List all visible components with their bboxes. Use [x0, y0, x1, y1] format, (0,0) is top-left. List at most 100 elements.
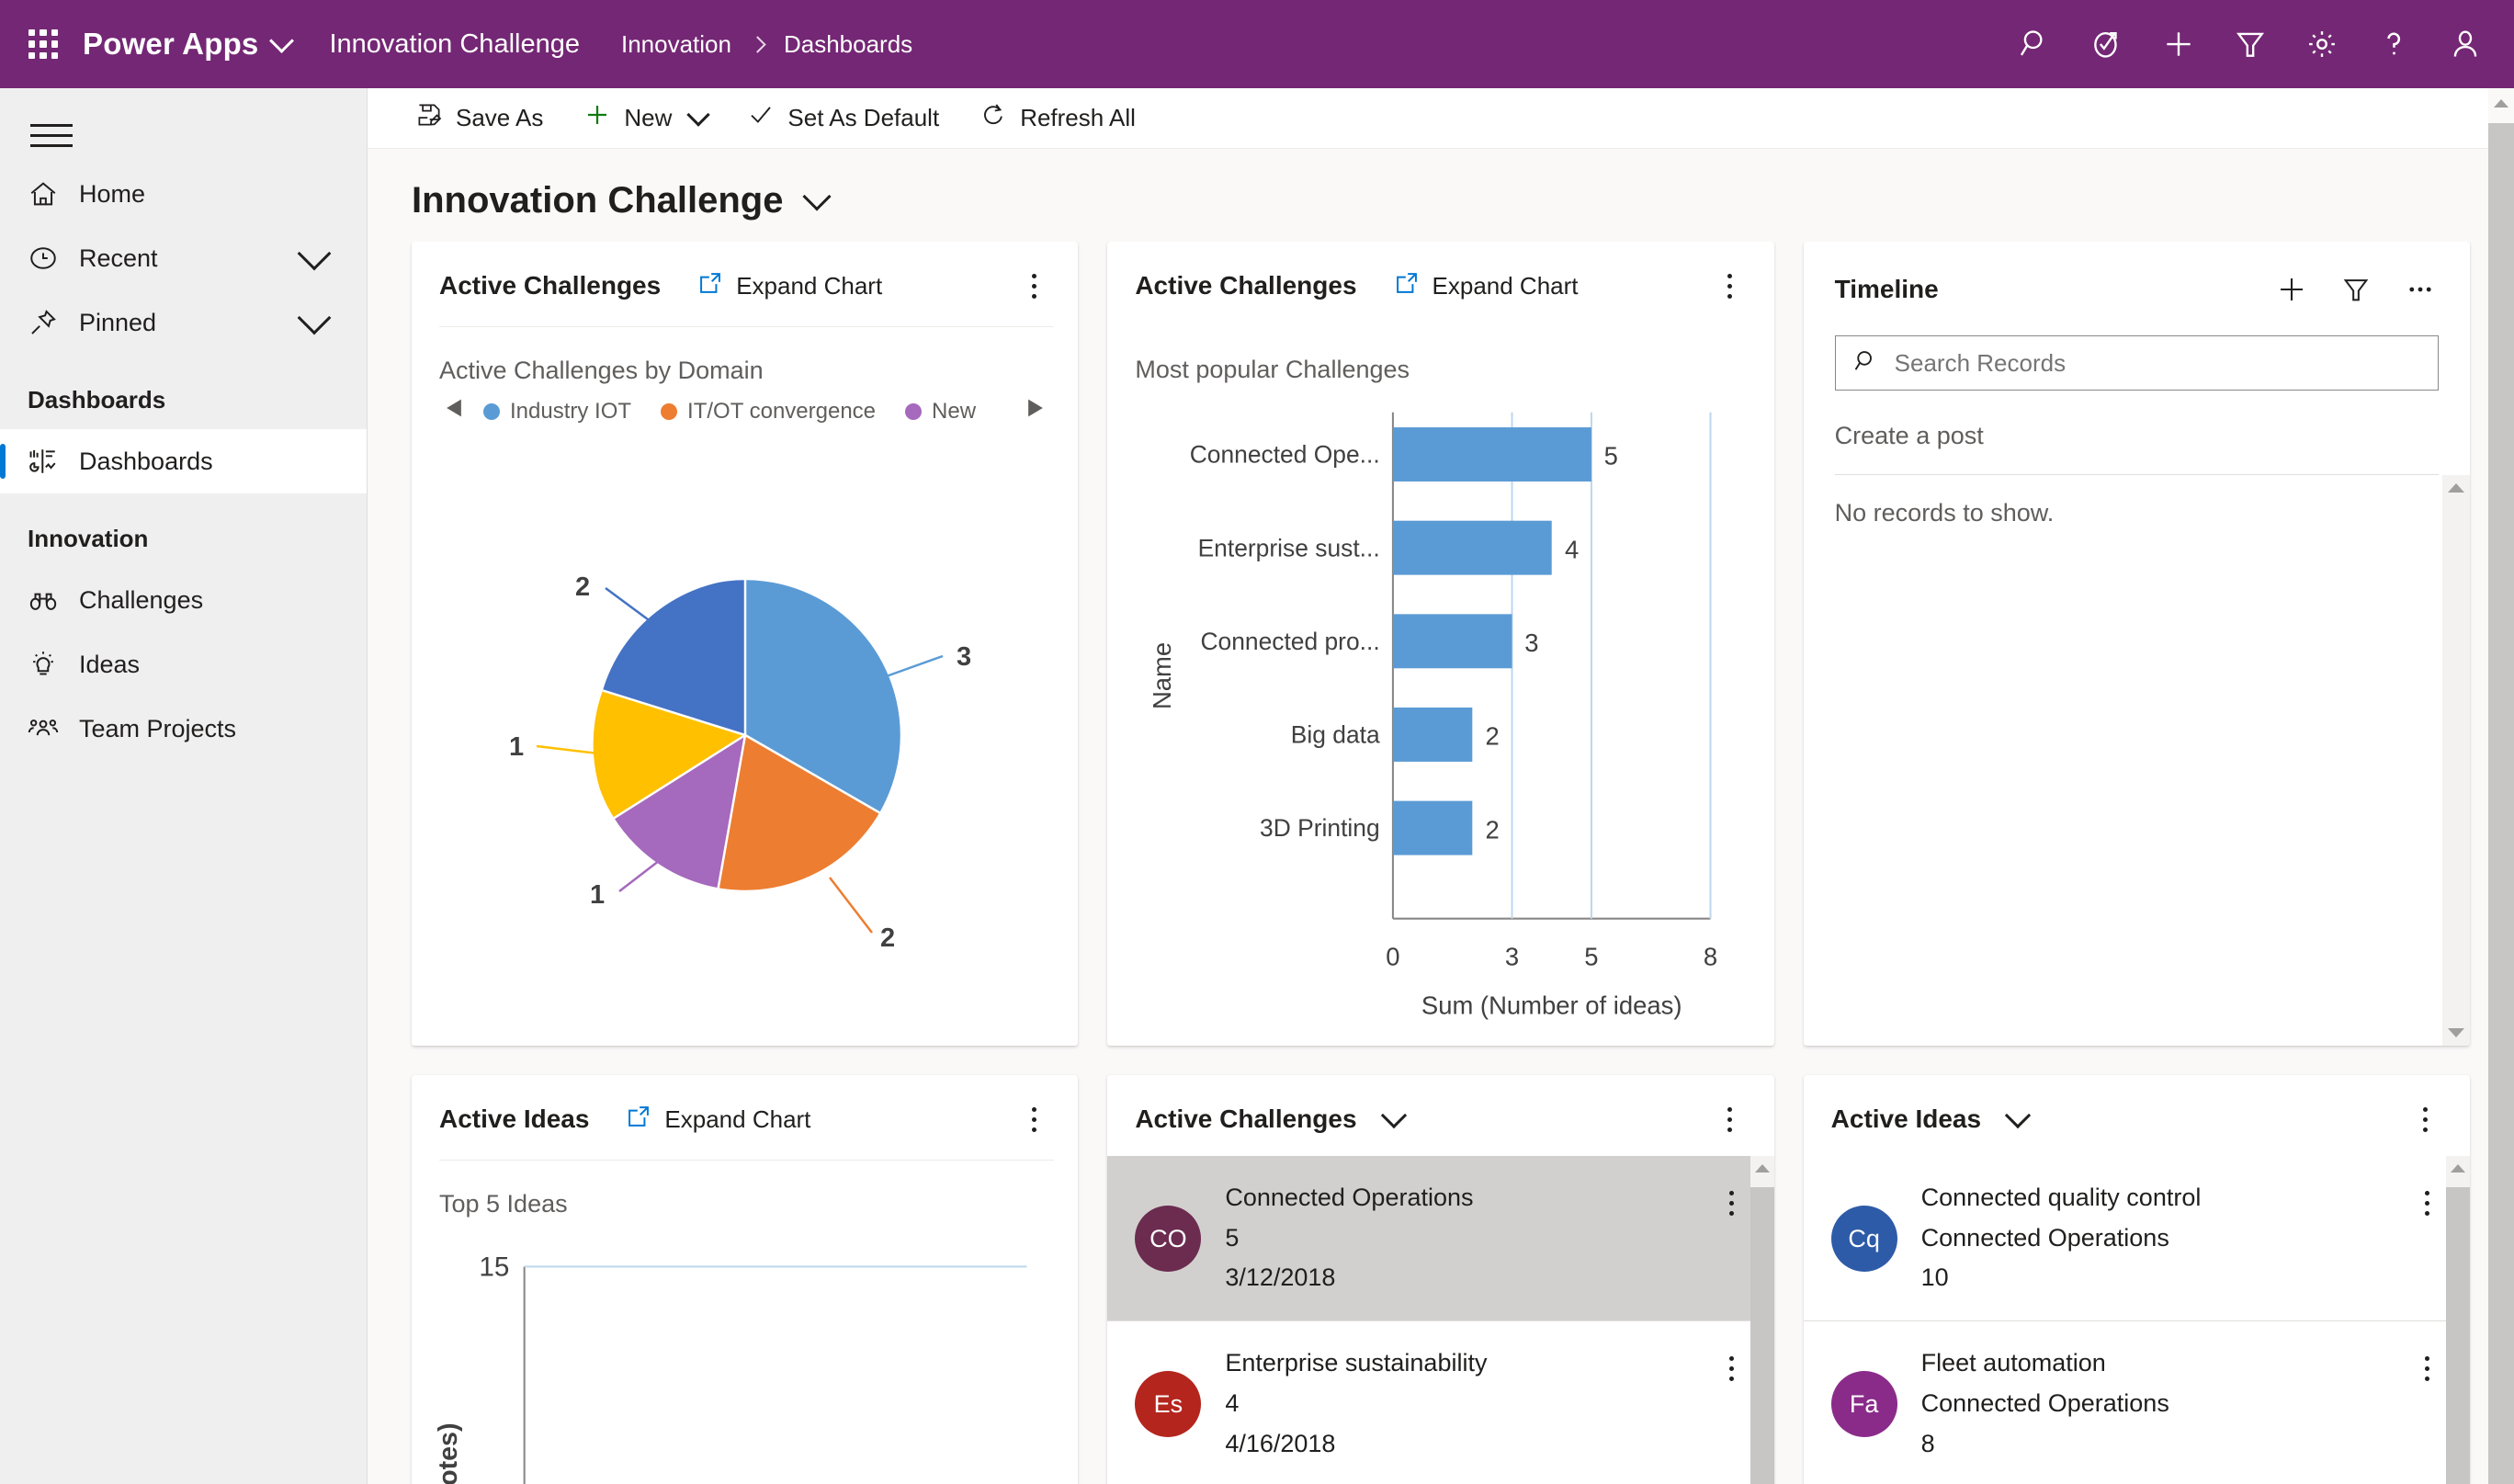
timeline-scrollbar[interactable]: [2441, 475, 2470, 1046]
plus-icon[interactable]: [2270, 267, 2314, 312]
top-app-bar: Power Apps Innovation Challenge Innovati…: [0, 0, 2514, 88]
svg-text:Number of Votes): Number of Votes): [434, 1423, 463, 1484]
sidebar-item-ideas[interactable]: Ideas: [0, 632, 367, 697]
sidebar-item-dashboards[interactable]: Dashboards: [0, 429, 367, 493]
card-active-ideas-list: Active Ideas Cq Connected quality contro…: [1803, 1075, 2470, 1484]
bar-chart-plot[interactable]: 5 4 3 2 2 Connected Ope... Enterprise su…: [1107, 384, 1773, 1046]
more-vertical-icon[interactable]: [1714, 1343, 1750, 1382]
row-content: Connected quality control Connected Oper…: [1897, 1178, 2409, 1298]
chevron-down-icon[interactable]: [297, 300, 332, 335]
new-button[interactable]: New: [563, 88, 727, 148]
sidebar-item-challenges[interactable]: Challenges: [0, 568, 367, 632]
expand-chart-button[interactable]: Expand Chart: [697, 270, 882, 302]
list-item[interactable]: Cq Connected quality control Connected O…: [1803, 1156, 2470, 1322]
more-vertical-icon[interactable]: [1714, 1178, 1750, 1216]
refresh-all-button[interactable]: Refresh All: [959, 88, 1156, 148]
help-icon[interactable]: [2361, 12, 2426, 76]
caret-left-icon[interactable]: [439, 398, 469, 425]
more-vertical-icon[interactable]: [1014, 1099, 1054, 1139]
caret-right-icon[interactable]: [1021, 398, 1050, 425]
expand-chart-button[interactable]: Expand Chart: [626, 1104, 810, 1136]
legend-entry[interactable]: IT/OT convergence: [661, 399, 876, 425]
diagnostics-icon[interactable]: [2075, 12, 2139, 76]
app-name[interactable]: Innovation Challenge: [329, 29, 579, 60]
chart-caption: Top 5 Ideas: [439, 1190, 568, 1218]
caret-up-icon[interactable]: [1754, 1164, 1770, 1172]
more-vertical-icon[interactable]: [2409, 1178, 2446, 1216]
legend-color-swatch: [483, 402, 500, 420]
set-as-default-label: Set As Default: [787, 104, 940, 131]
save-as-label: Save As: [456, 104, 544, 131]
card-title: Active Ideas: [1830, 1105, 1982, 1133]
expand-chart-label: Expand Chart: [664, 1105, 811, 1133]
sidebar-item-home[interactable]: Home: [0, 162, 367, 226]
table-row[interactable]: CO Connected Operations 5 3/12/2018: [1107, 1156, 1774, 1322]
sidebar-item-pinned[interactable]: Pinned: [0, 290, 367, 355]
search-input[interactable]: [1894, 348, 2421, 378]
set-as-default-button[interactable]: Set As Default: [727, 88, 959, 148]
scrollbar-thumb[interactable]: [2488, 123, 2514, 1484]
svg-text:Connected Ope...: Connected Ope...: [1190, 441, 1380, 469]
breadcrumb-parent[interactable]: Innovation: [621, 30, 731, 59]
scrollbar-thumb[interactable]: [2445, 1187, 2470, 1484]
row-name: Fleet automation: [1920, 1349, 2106, 1377]
legend-label: New: [932, 398, 977, 424]
timeline-search-box[interactable]: [1834, 335, 2439, 391]
legend-entry[interactable]: New: [905, 399, 976, 425]
chevron-down-icon[interactable]: [297, 236, 332, 271]
caret-up-icon[interactable]: [2450, 1164, 2465, 1172]
search-icon: [1852, 347, 1880, 379]
more-vertical-icon[interactable]: [1710, 266, 1750, 306]
more-vertical-icon[interactable]: [1710, 1099, 1750, 1139]
more-vertical-icon[interactable]: [2406, 1099, 2446, 1139]
search-icon[interactable]: [2003, 12, 2067, 76]
page-scrollbar[interactable]: [2488, 88, 2514, 1484]
pie-chart-plot[interactable]: 3 2 1 1 2: [412, 425, 1078, 1046]
scrollbar-thumb[interactable]: [1750, 1187, 1774, 1484]
breadcrumb-current[interactable]: Dashboards: [784, 30, 912, 59]
svg-text:3: 3: [957, 642, 971, 672]
filter-icon[interactable]: [2334, 267, 2378, 312]
svg-text:3: 3: [1505, 943, 1519, 971]
refresh-icon: [980, 101, 1007, 135]
brand-power-apps[interactable]: Power Apps: [83, 27, 258, 62]
ideas-bar-chart-plot[interactable]: 15 10 Number of Votes) 10 8 7 7 6: [412, 1218, 1078, 1484]
filter-icon[interactable]: [2218, 12, 2282, 76]
legend-entry[interactable]: Industry IOT: [483, 399, 631, 425]
breadcrumb: Innovation Dashboards: [621, 30, 912, 59]
expand-chart-icon: [1394, 270, 1420, 302]
expand-chart-button[interactable]: Expand Chart: [1394, 270, 1579, 302]
chevron-down-icon[interactable]: [1380, 1102, 1407, 1129]
sidebar-item-team-projects[interactable]: Team Projects: [0, 697, 367, 761]
sidebar-item-recent[interactable]: Recent: [0, 226, 367, 290]
svg-text:5: 5: [1585, 943, 1599, 971]
waffle-grid-icon[interactable]: [20, 21, 66, 67]
caret-up-icon[interactable]: [2447, 483, 2464, 493]
save-as-icon: [415, 101, 443, 135]
row-challenge: Connected Operations: [1920, 1223, 2169, 1252]
svg-text:Connected pro...: Connected pro...: [1201, 628, 1380, 655]
gear-icon[interactable]: [2290, 12, 2354, 76]
card-active-challenges-list: Active Challenges CO Connected Operation…: [1107, 1075, 1774, 1484]
more-horizontal-icon[interactable]: [2398, 267, 2442, 312]
chevron-down-icon[interactable]: [269, 28, 295, 53]
create-post-label[interactable]: Create a post: [1804, 391, 2470, 474]
caret-down-icon[interactable]: [2447, 1028, 2464, 1037]
sidebar-item-label: Home: [79, 179, 146, 208]
save-as-button[interactable]: Save As: [395, 88, 563, 148]
chevron-down-icon[interactable]: [686, 103, 711, 127]
list-scrollbar[interactable]: [1750, 1156, 1774, 1484]
table-row[interactable]: Es Enterprise sustainability 4 4/16/2018: [1107, 1321, 1773, 1484]
chevron-down-icon[interactable]: [802, 181, 832, 211]
hamburger-menu-icon[interactable]: [24, 108, 79, 162]
more-vertical-icon[interactable]: [2409, 1343, 2446, 1382]
card-active-ideas-chart: Active Ideas Expand Chart Top 5 Ideas 15: [412, 1075, 1079, 1484]
list-item[interactable]: Fa Fleet automation Connected Operations…: [1804, 1321, 2470, 1484]
chevron-down-icon[interactable]: [2004, 1102, 2032, 1129]
list-scrollbar[interactable]: [2445, 1156, 2470, 1484]
user-account-icon[interactable]: [2433, 12, 2497, 76]
caret-up-icon[interactable]: [2494, 99, 2508, 108]
challenges-list: CO Connected Operations 5 3/12/2018 Es E…: [1107, 1156, 1774, 1484]
plus-icon[interactable]: [2146, 12, 2211, 76]
more-vertical-icon[interactable]: [1014, 266, 1054, 306]
